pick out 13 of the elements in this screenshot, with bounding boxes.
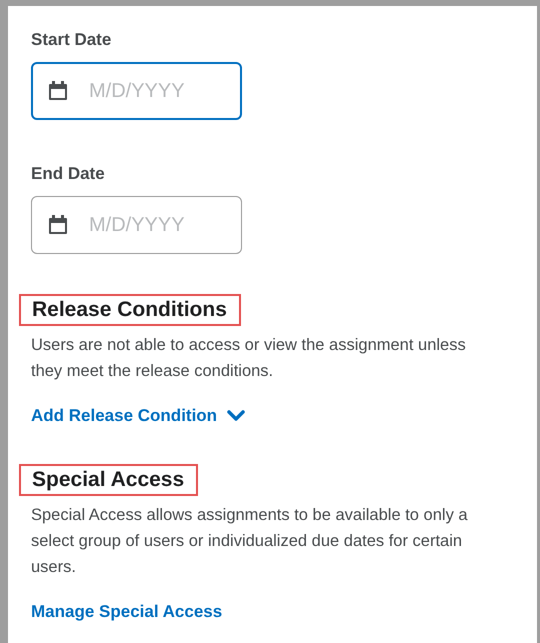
section-link[interactable]: Add Release Condition	[31, 406, 246, 426]
section-link[interactable]: Manage Special Access	[31, 602, 222, 622]
calendar-icon	[48, 81, 68, 101]
section-heading: Release Conditions	[19, 294, 241, 326]
date-input-field[interactable]: M/D/YYYY	[31, 196, 242, 254]
section-heading: Special Access	[19, 464, 198, 496]
field-label: End Date	[31, 164, 106, 184]
calendar-icon	[48, 215, 68, 235]
chevron-down-icon	[227, 410, 246, 422]
section-description: Users are not able to access or view the assignment unless they meet the release conditions.	[31, 335, 467, 382]
date-input-field[interactable]: M/D/YYYY	[31, 62, 242, 120]
field-label: Start Date	[31, 30, 112, 50]
section-description: Special Access allows assignments to be available to only a select group of users or individualized due dates for certain users.	[31, 505, 469, 578]
